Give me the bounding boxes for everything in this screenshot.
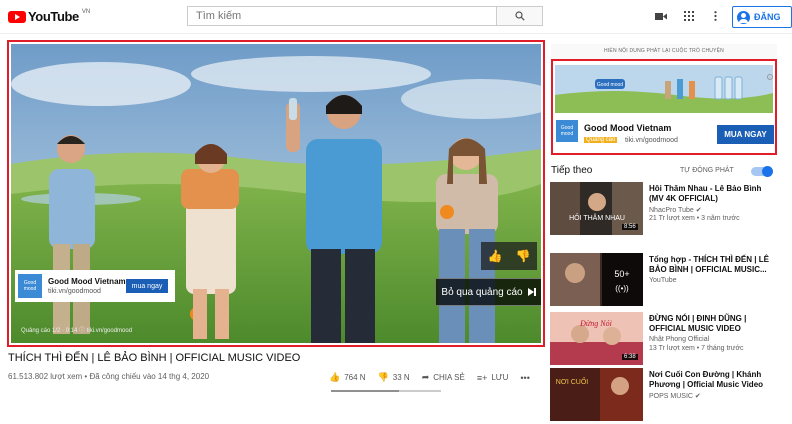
player-highlight: Good mood Good Mood Vietnam tiki.vn/good…	[7, 40, 545, 347]
thumb-text: HỎI THĂM NHAU	[569, 213, 625, 222]
more-actions-button[interactable]: •••	[520, 373, 529, 383]
signin-label: ĐĂNG	[754, 12, 781, 22]
apps-grid-icon[interactable]	[683, 10, 695, 22]
like-button[interactable]: 👍 764 N	[329, 372, 366, 383]
recommendation-channel: POPS MUSIC ✔	[649, 393, 701, 400]
youtube-play-icon	[8, 10, 26, 23]
search-input[interactable]	[188, 7, 496, 25]
overlay-ad-title: Good Mood Vietnam	[48, 277, 126, 286]
recommendation-title: Hôi Thăm Nhau - Lê Bảo Bình (MV 4K OFFIC…	[649, 184, 762, 203]
like-ratio-bar	[331, 390, 441, 392]
skip-ad-button[interactable]: Bỏ qua quảng cáo	[435, 278, 541, 306]
more-horiz-icon: •••	[520, 372, 530, 383]
recommendation-item[interactable]: NƠI CUỐI Nơi Cuối Con Đường | Khánh Phươ…	[550, 368, 780, 424]
ad-banner-image: Good mood	[555, 65, 773, 113]
video-title: THÍCH THÌ ĐẾN | LÊ BẢO BÌNH | OFFICIAL M…	[8, 352, 301, 364]
skip-next-icon	[527, 288, 536, 296]
recommendation-channel: NhacPro Tube ✔	[649, 207, 702, 214]
overlay-buy-button[interactable]: mua ngay	[126, 279, 168, 293]
video-player[interactable]: Good mood Good Mood Vietnam tiki.vn/good…	[11, 44, 541, 343]
sidebar-ad-label: HIỂN NỘI DUNG PHÁT LẠI CUỘC TRÒ CHUYỆN	[604, 48, 724, 54]
toggle-knob	[762, 166, 773, 177]
recommendation-views: 21 Tr lượt xem • 3 năm trước	[649, 215, 740, 222]
share-icon: ➦	[421, 372, 430, 382]
playlist-add-icon: ≡+	[476, 372, 488, 383]
up-next-heading: Tiếp theo	[551, 165, 593, 176]
recommendation-item[interactable]: HỎI THĂM NHAU 8:56 Hôi Thăm Nhau - Lê Bả…	[550, 182, 780, 238]
ad-badge: Quảng cáo	[584, 137, 618, 143]
save-button[interactable]: ≡+ LƯU	[477, 373, 509, 383]
youtube-logo[interactable]: YouTube VN	[8, 9, 90, 24]
duration-badge: 8:56	[622, 224, 638, 230]
ad-info-text: Quảng cáo 1/2 · 0:14 ⓘ tiki.vn/goodmood	[21, 328, 133, 334]
svg-text:Good mood: Good mood	[597, 82, 623, 88]
share-button[interactable]: ➦ CHIA SẺ	[422, 372, 465, 383]
recommendation-title: Tổng hợp - THÍCH THÌ ĐẾN | LÊ BẢO BÌNH |…	[649, 255, 769, 274]
ad-info-icon[interactable]: i	[767, 74, 773, 80]
logo-text: YouTube	[28, 9, 79, 24]
like-count: 764 N	[344, 373, 366, 382]
sidebar-ad-title: Good Mood Vietnam	[584, 123, 672, 133]
recommendation-title: ĐỪNG NÓI | ĐINH DŨNG | OFFICIAL MUSIC VI…	[649, 314, 747, 333]
playlist-count: 50+	[614, 269, 629, 279]
search-button[interactable]	[496, 7, 542, 25]
recommendation-item[interactable]: 50+ ((•)) Tổng hợp - THÍCH THÌ ĐẾN | LÊ …	[550, 253, 780, 309]
search-icon	[514, 11, 525, 21]
overlay-ad[interactable]: Good mood Good Mood Vietnam tiki.vn/good…	[15, 270, 175, 302]
good-mood-logo: Good mood	[556, 120, 578, 142]
recommendation-item[interactable]: Đừng Nói 6:38 ĐỪNG NÓI | ĐINH DŨNG | OFF…	[550, 312, 780, 368]
share-label: CHIA SẺ	[433, 373, 465, 382]
more-vert-icon[interactable]	[709, 10, 721, 22]
overlay-ad-url: tiki.vn/goodmood	[48, 288, 101, 295]
video-meta: 61.513.802 lượt xem • Đã công chiếu vào …	[8, 372, 210, 381]
thumbs-down-icon[interactable]: 👎	[516, 249, 531, 263]
video-thumbnail: NƠI CUỐI	[550, 368, 643, 421]
thumb-text: Đừng Nói	[579, 319, 612, 328]
good-mood-logo: Good mood	[18, 274, 42, 298]
thumbs-down-icon: 👎	[377, 372, 389, 382]
autoplay-toggle[interactable]	[751, 166, 773, 177]
account-circle-icon	[737, 10, 750, 24]
like-ratio-fill	[331, 390, 400, 392]
ad-feedback-box: 👍 👎	[481, 242, 537, 270]
save-label: LƯU	[491, 373, 509, 382]
video-actions: 👍 764 N 👎 33 N ➦ CHIA SẺ ≡+ LƯU •••	[329, 372, 530, 383]
buy-now-button[interactable]: MUA NGAY	[717, 125, 774, 144]
top-bar: YouTube VN ĐĂNG	[0, 0, 792, 34]
thumbs-up-icon[interactable]: 👍	[488, 249, 503, 263]
video-camera-icon[interactable]	[655, 10, 667, 22]
sidebar-ad-url: tiki.vn/goodmood	[625, 137, 678, 144]
search-box	[187, 6, 543, 26]
dislike-button[interactable]: 👎 33 N	[378, 372, 410, 383]
skip-ad-label: Bỏ qua quảng cáo	[441, 286, 523, 298]
duration-badge: 6:38	[622, 354, 638, 360]
video-thumbnail: 50+ ((•))	[550, 253, 643, 306]
recommendation-views: 13 Tr lượt xem • 7 tháng trước	[649, 345, 744, 352]
autoplay-label: TỰ ĐỘNG PHÁT	[680, 167, 734, 174]
overlay-ad-text: Good Mood Vietnam tiki.vn/goodmood	[48, 277, 126, 295]
recommendation-channel: Nhật Phong Official	[649, 336, 710, 343]
mix-icon: ((•))	[615, 284, 629, 293]
logo-region: VN	[81, 8, 91, 15]
thumbs-up-icon: 👍	[329, 372, 341, 382]
sidebar-ad[interactable]: Good mood i Good mood Good Mood Vietnam …	[551, 59, 777, 155]
recommendation-title: Nơi Cuối Con Đường | Khánh Phương | Offi…	[649, 370, 764, 389]
signin-button[interactable]: ĐĂNG	[732, 6, 792, 28]
recommendation-channel: YouTube	[649, 277, 677, 284]
dislike-count: 33 N	[392, 373, 410, 382]
